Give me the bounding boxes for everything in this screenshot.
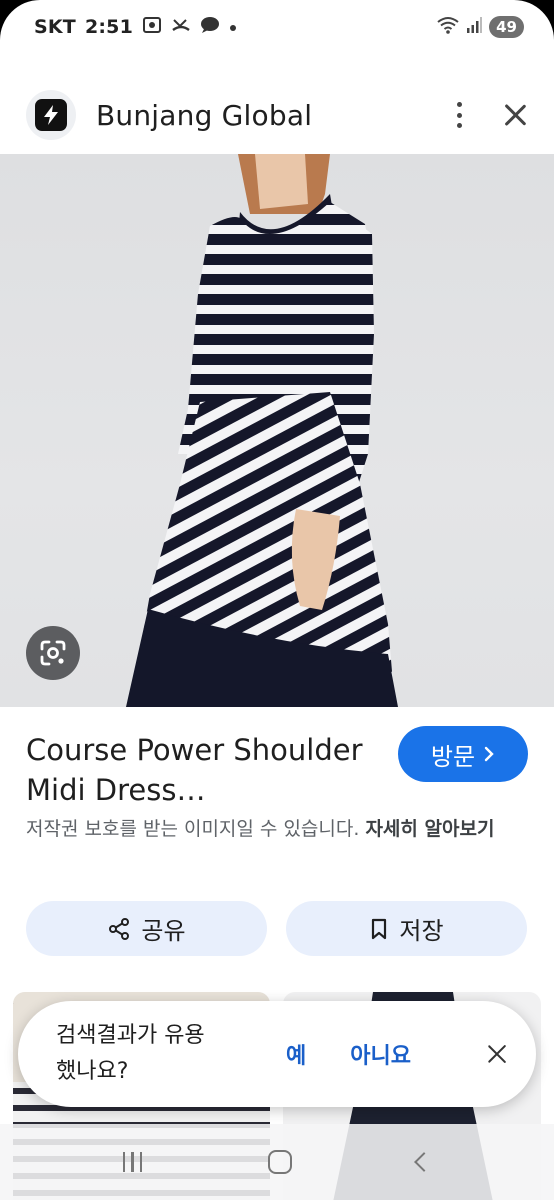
clock: 2:51 [84,16,134,38]
feedback-close-icon[interactable] [486,1043,508,1065]
lens-icon [40,640,66,666]
status-right: 49 [437,16,524,39]
striped-dress-illustration [126,154,398,707]
app-title: Bunjang Global [96,98,313,132]
learn-more-link[interactable]: 자세히 알아보기 [365,818,494,840]
save-button[interactable]: 저장 [286,901,527,956]
carrier-name: SKT [34,16,76,38]
screenshot-icon [142,16,162,39]
save-label: 저장 [399,917,444,945]
google-lens-button[interactable] [26,626,80,680]
missed-call-icon [171,16,191,39]
visit-label: 방문 [430,742,476,771]
share-button[interactable]: 공유 [26,901,267,956]
bunjang-logo-icon [26,90,76,140]
signal-icon [466,16,483,38]
bookmark-icon [372,918,387,939]
chat-bubble-icon [200,16,220,39]
feedback-no-button[interactable]: 아니요 [350,1038,411,1070]
battery-level: 49 [489,16,524,38]
share-label: 공유 [141,917,186,945]
screen: SKT 2:51 49 Bunjang Global Course Power … [0,0,554,1200]
visit-button[interactable]: 방문 [398,726,528,782]
copyright-notice: 저작권 보호를 받는 이미지일 수 있습니다. 자세히 알아보기 [26,814,526,844]
feedback-card: 검색결과가 유용했나요? 예 아니요 [18,1001,536,1107]
more-options-icon[interactable] [454,102,464,128]
feedback-question: 검색결과가 유용했나요? [56,1023,205,1084]
chevron-right-icon [484,746,494,762]
header-actions [454,102,528,128]
result-title[interactable]: Course Power Shoulder Midi Dress… [26,730,376,810]
app-header: Bunjang Global [0,86,554,144]
feedback-yes-button[interactable]: 예 [286,1038,306,1070]
system-nav-bar [0,1124,554,1200]
copyright-text: 저작권 보호를 받는 이미지일 수 있습니다. [26,818,360,840]
close-icon[interactable] [502,102,528,128]
home-icon[interactable] [267,1150,292,1174]
notification-dot-icon [229,17,237,37]
product-image[interactable] [0,154,554,707]
share-icon [109,917,130,940]
status-bar: SKT 2:51 49 [0,0,554,54]
recents-icon[interactable] [122,1152,143,1172]
wifi-icon [437,16,459,39]
status-left: SKT 2:51 [34,16,237,39]
back-icon[interactable] [414,1152,435,1172]
